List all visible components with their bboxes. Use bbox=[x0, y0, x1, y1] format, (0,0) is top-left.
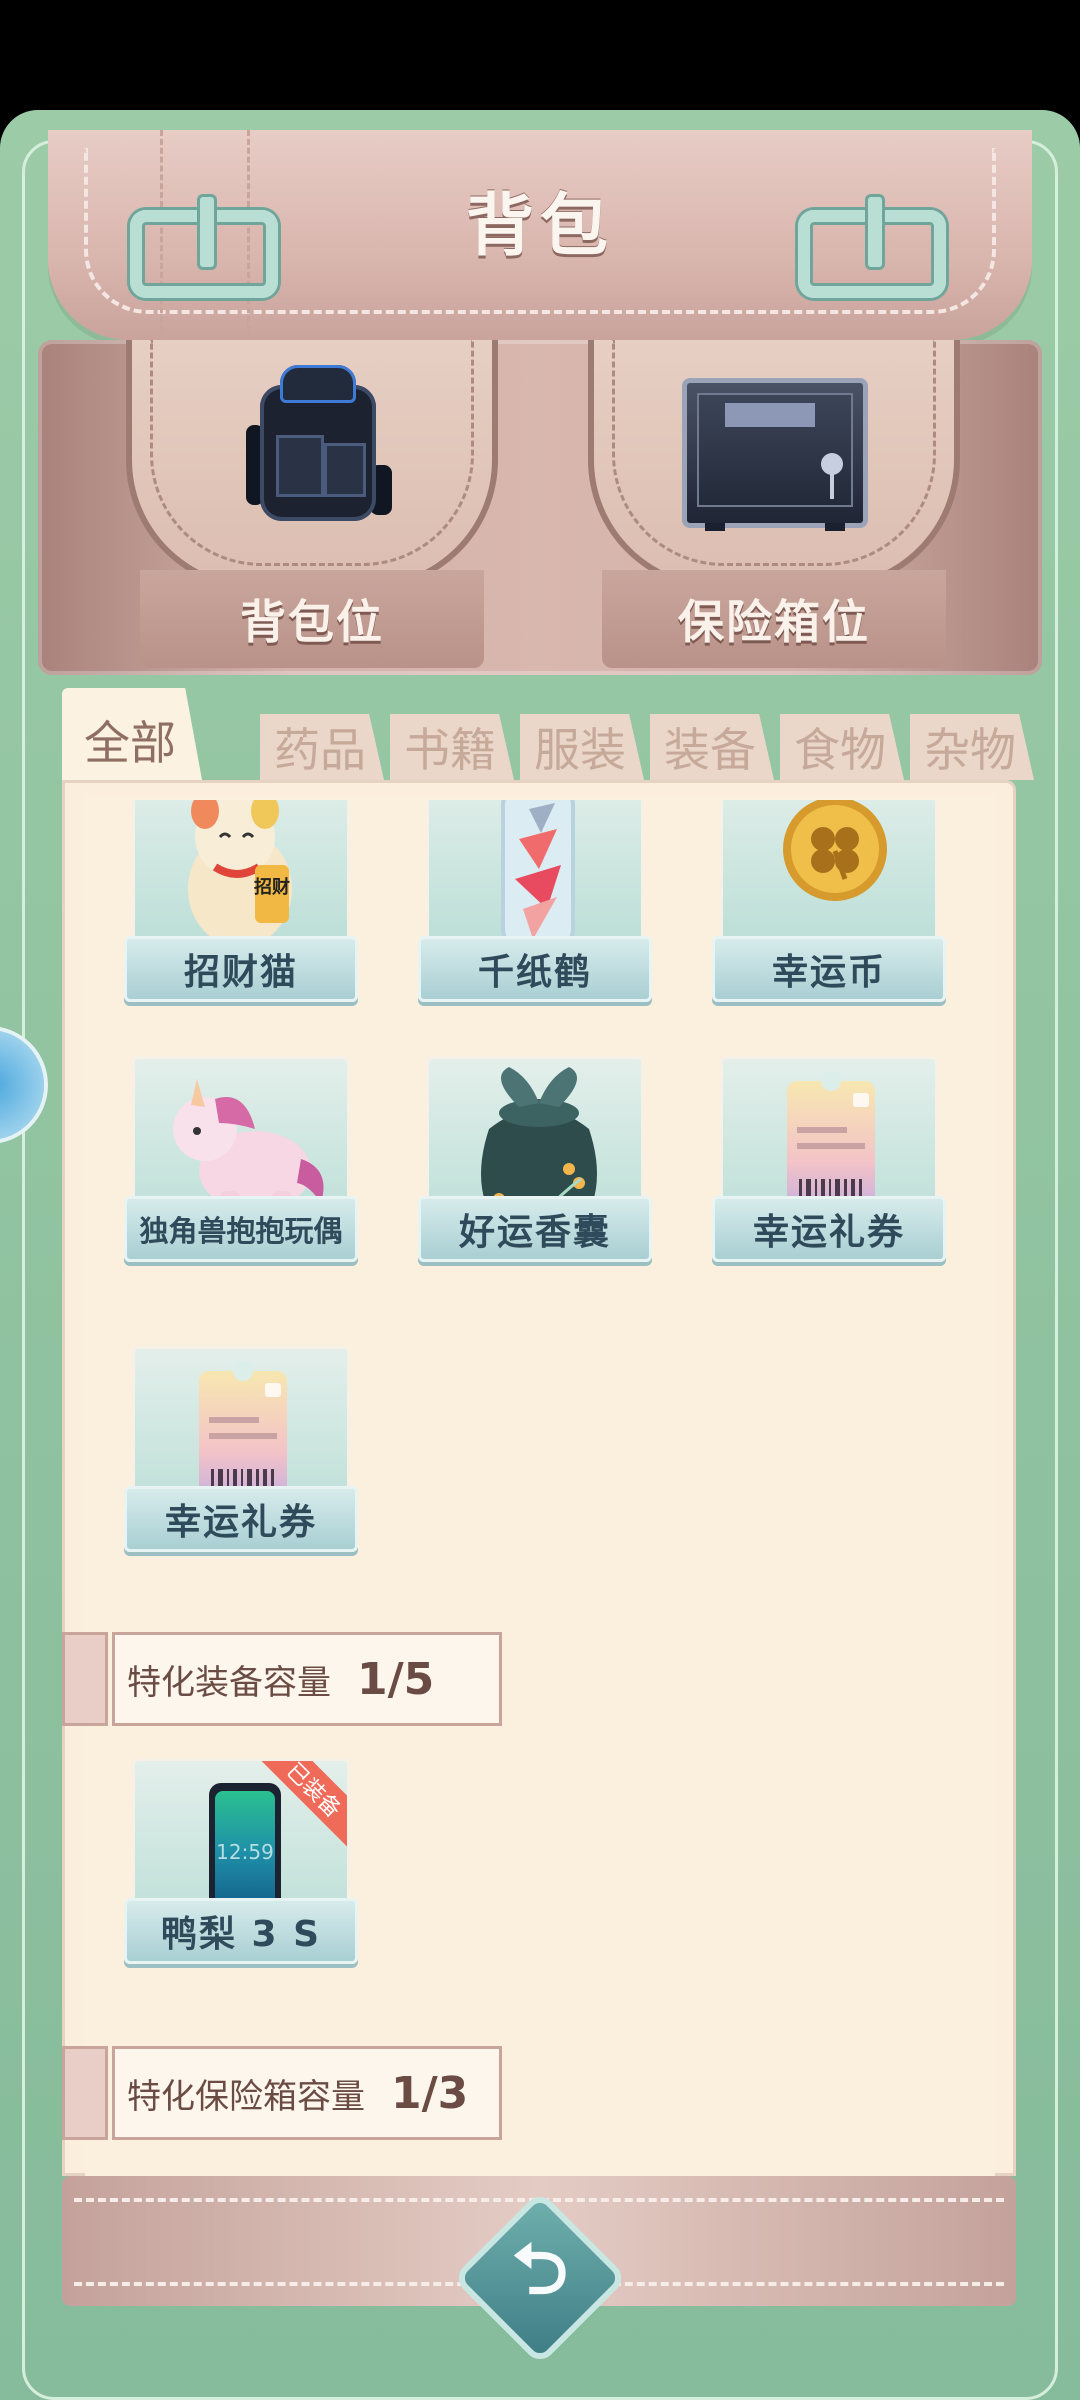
capacity-plate: 特化装备容量 1/5 bbox=[112, 1632, 502, 1726]
safe-slot-label: 保险箱位 bbox=[678, 595, 870, 649]
item-name: 千纸鹤 bbox=[418, 936, 652, 1002]
backpack-slot[interactable]: 背包位 bbox=[126, 340, 498, 675]
item-lucky-coin[interactable]: 1 幸运币 bbox=[712, 800, 946, 1006]
tab-medicine[interactable]: 药品 bbox=[260, 714, 384, 780]
tab-books[interactable]: 书籍 bbox=[390, 714, 514, 780]
tab-equipment[interactable]: 装备 bbox=[650, 714, 774, 780]
safe-icon bbox=[682, 378, 868, 531]
item-good-luck-sachet[interactable]: 1 好运香囊 bbox=[418, 1056, 652, 1266]
equip-capacity-label: 特化装备容量 bbox=[127, 1662, 331, 1703]
item-unicorn-plush[interactable]: 1 独角兽抱抱玩偶 bbox=[124, 1056, 358, 1266]
item-lucky-voucher[interactable]: 2 幸运礼券 bbox=[712, 1056, 946, 1266]
safe-capacity-label: 特化保险箱容量 bbox=[127, 2076, 365, 2117]
tab-food[interactable]: 食物 bbox=[780, 714, 904, 780]
item-name: 好运香囊 bbox=[418, 1196, 652, 1262]
svg-text:招财: 招财 bbox=[254, 876, 290, 898]
safe-slot[interactable]: 保险箱位 bbox=[588, 340, 960, 675]
tab-misc[interactable]: 杂物 bbox=[910, 714, 1034, 780]
item-name: 幸运币 bbox=[712, 936, 946, 1002]
item-phone[interactable]: 12:59 已装备 1 鸭梨 3 S bbox=[124, 1758, 358, 1968]
item-lucky-voucher[interactable]: 2 幸运礼券 bbox=[124, 1346, 358, 1556]
category-tabs: 杂物 食物 装备 服装 书籍 药品 全部 bbox=[62, 688, 1034, 780]
back-icon: ⮌ bbox=[511, 2227, 569, 2310]
right-buckle bbox=[798, 194, 946, 298]
safe-capacity-value: 1/3 bbox=[391, 2067, 469, 2119]
clover-coin-icon bbox=[783, 800, 887, 901]
item-name: 独角兽抱抱玩偶 bbox=[124, 1196, 358, 1262]
status-bar bbox=[0, 0, 1080, 110]
paper-crane-jar-icon bbox=[501, 800, 575, 949]
svg-text:12:59: 12:59 bbox=[216, 1840, 274, 1864]
item-name: 鸭梨 3 S bbox=[124, 1898, 358, 1964]
tab-clothing[interactable]: 服装 bbox=[520, 714, 644, 780]
item-name: 幸运礼券 bbox=[124, 1486, 358, 1552]
item-lucky-cat[interactable]: 招财 1 招财猫 bbox=[124, 800, 358, 1006]
capacity-plate: 特化保险箱容量 1/3 bbox=[112, 2046, 502, 2140]
safe-capacity-bar: 特化保险箱容量 1/3 bbox=[62, 2046, 502, 2140]
backpack-icon bbox=[246, 365, 392, 525]
equip-capacity-bar: 特化装备容量 1/5 bbox=[62, 1632, 502, 1726]
item-name: 招财猫 bbox=[124, 936, 358, 1002]
safe-slot-tab: 保险箱位 bbox=[602, 570, 946, 668]
backpack-slot-label: 背包位 bbox=[240, 595, 384, 649]
equip-capacity-value: 1/5 bbox=[357, 1653, 435, 1705]
capacity-handle bbox=[62, 1632, 108, 1726]
lucky-cat-icon: 招财 bbox=[188, 800, 292, 947]
pocket-body bbox=[126, 340, 498, 590]
pocket-body bbox=[588, 340, 960, 590]
item-name: 幸运礼券 bbox=[712, 1196, 946, 1262]
left-buckle bbox=[130, 194, 278, 298]
tab-all[interactable]: 全部 bbox=[62, 688, 202, 780]
capacity-handle bbox=[62, 2046, 108, 2140]
backpack-slot-tab: 背包位 bbox=[140, 570, 484, 668]
item-paper-crane[interactable]: 1 千纸鹤 bbox=[418, 800, 652, 1006]
inventory-scroll[interactable]: 招财 1 招财猫 1 千纸鹤 bbox=[62, 800, 1016, 2172]
